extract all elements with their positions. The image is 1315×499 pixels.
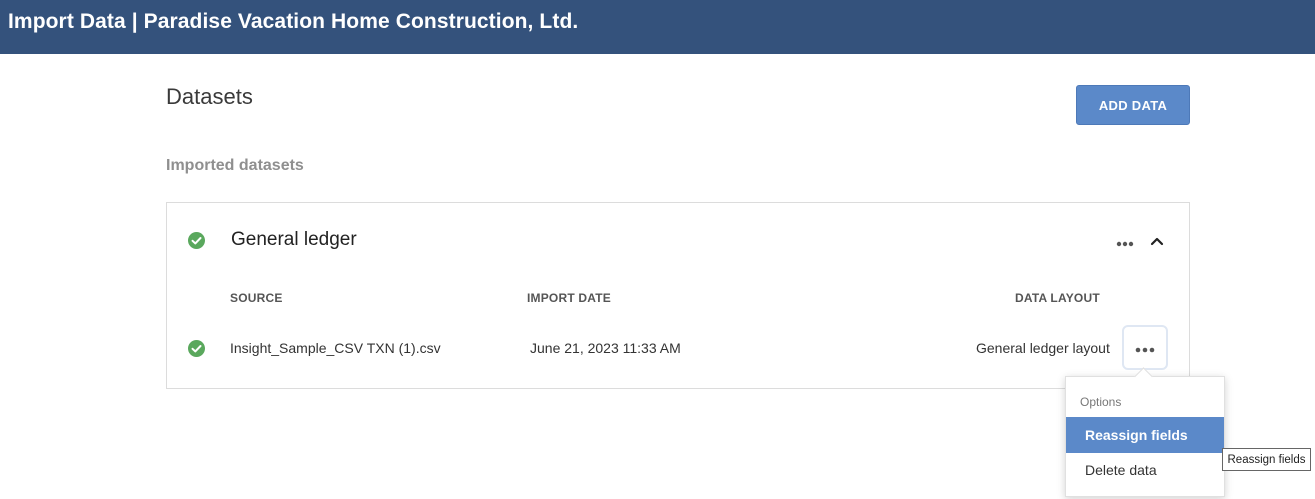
dataset-name: General ledger <box>231 229 357 250</box>
row-import-date: June 21, 2023 11:33 AM <box>530 340 681 356</box>
page-title: Datasets <box>166 84 253 109</box>
menu-item-reassign-fields[interactable]: Reassign fields <box>1066 417 1224 453</box>
row-options-button[interactable] <box>1122 325 1168 370</box>
column-header-source: SOURCE <box>230 291 283 305</box>
options-menu-header: Options <box>1080 395 1122 409</box>
more-horizontal-icon <box>1135 342 1155 353</box>
app-title: Import Data | Paradise Vacation Home Con… <box>8 10 579 33</box>
chevron-up-icon[interactable] <box>1149 234 1165 246</box>
options-menu: Options Reassign fields Delete data <box>1065 376 1225 497</box>
menu-item-delete-data[interactable]: Delete data <box>1066 452 1224 488</box>
tooltip: Reassign fields <box>1222 448 1311 471</box>
column-header-import-date: IMPORT DATE <box>527 291 611 305</box>
add-data-button[interactable]: ADD DATA <box>1076 85 1190 125</box>
row-data-layout: General ledger layout <box>976 340 1110 356</box>
column-header-data-layout: DATA LAYOUT <box>1015 291 1100 305</box>
row-source: Insight_Sample_CSV TXN (1).csv <box>230 340 441 356</box>
more-horizontal-icon[interactable] <box>1116 236 1134 247</box>
check-circle-icon <box>188 340 205 357</box>
app-header: Import Data | Paradise Vacation Home Con… <box>0 0 1315 54</box>
check-circle-icon <box>188 232 205 249</box>
section-title: Imported datasets <box>166 157 304 174</box>
